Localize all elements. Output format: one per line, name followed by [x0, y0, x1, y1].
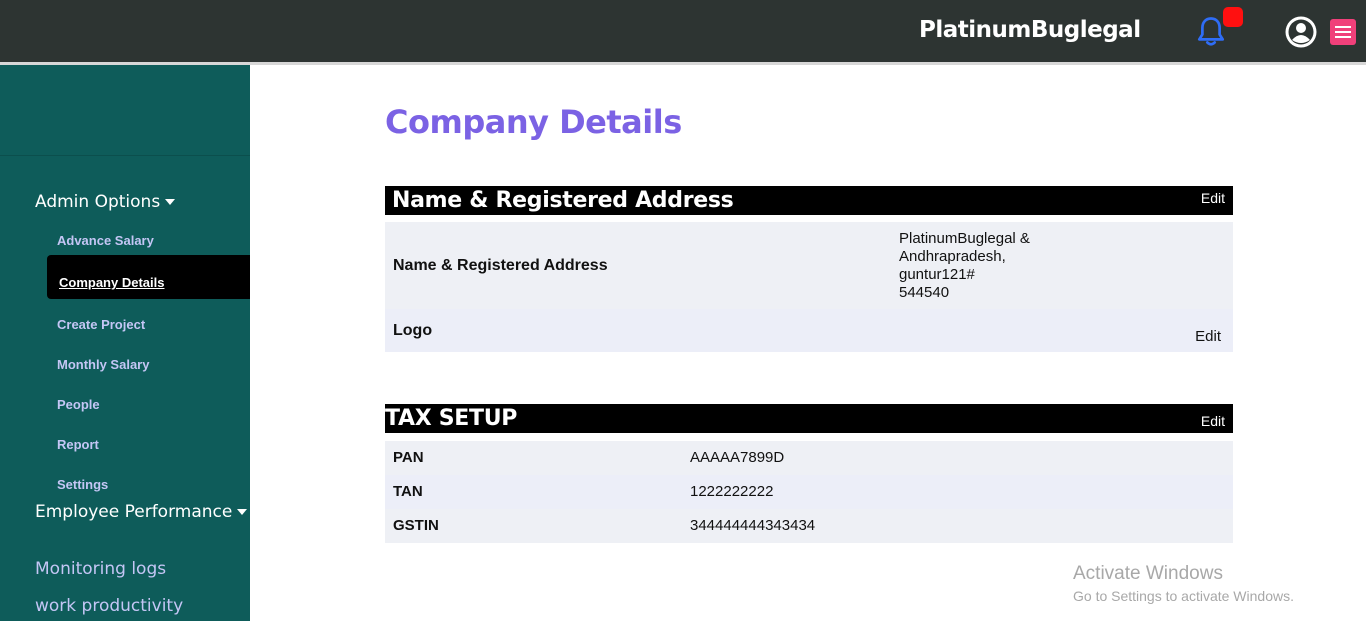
logo-label: Logo	[393, 322, 433, 339]
sidebar-item-label: Company Details	[59, 275, 165, 290]
employee-performance-toggle[interactable]: Employee Performance	[35, 502, 248, 522]
caret-down-icon	[165, 199, 176, 205]
address-line: Andhrapradesh,	[899, 248, 1006, 265]
sidebar-item-people[interactable]: People	[57, 397, 100, 412]
caret-down-icon	[237, 509, 248, 515]
sidebar-link-monitoring-logs[interactable]: Monitoring logs	[35, 559, 166, 579]
pan-value: AAAAA7899D	[690, 449, 785, 466]
address-line: PlatinumBuglegal &	[899, 230, 1030, 247]
address-card-header: Name & Registered Address Edit	[385, 186, 1233, 215]
notification-badge	[1223, 7, 1243, 27]
sidebar: Admin Options Advance Salary Company Det…	[0, 65, 250, 621]
sidebar-item-monthly-salary[interactable]: Monthly Salary	[57, 357, 149, 372]
user-circle-icon[interactable]	[1284, 15, 1318, 49]
tax-row-tan: TAN 1222222222	[385, 475, 1233, 509]
tan-value: 1222222222	[690, 483, 774, 500]
admin-options-label: Admin Options	[35, 192, 161, 212]
tan-label: TAN	[393, 483, 423, 500]
address-label: Name & Registered Address	[393, 257, 608, 274]
address-line: 544540	[899, 284, 950, 301]
sidebar-item-advance-salary[interactable]: Advance Salary	[57, 233, 154, 248]
pan-label: PAN	[393, 449, 424, 466]
sidebar-item-create-project[interactable]: Create Project	[57, 317, 145, 332]
sidebar-item-report[interactable]: Report	[57, 437, 99, 452]
page-title: Company Details	[385, 103, 682, 141]
brand-name[interactable]: PlatinumBuglegal	[919, 17, 1141, 43]
bell-icon[interactable]	[1196, 16, 1226, 48]
hamburger-menu-icon[interactable]	[1330, 19, 1356, 45]
address-card-title: Name & Registered Address	[392, 188, 734, 213]
tax-row-gstin: GSTIN 344444444343434	[385, 509, 1233, 543]
address-value: PlatinumBuglegal & Andhrapradesh, guntur…	[899, 230, 1030, 302]
tax-row-pan: PAN AAAAA7899D	[385, 441, 1233, 475]
sidebar-link-work-productivity[interactable]: work productivity	[35, 596, 183, 616]
tax-edit-button[interactable]: Edit	[1201, 413, 1225, 429]
address-line: guntur121#	[899, 266, 975, 283]
sidebar-item-settings[interactable]: Settings	[57, 477, 108, 492]
activate-windows-hint: Go to Settings to activate Windows.	[1073, 588, 1294, 604]
sidebar-divider	[0, 155, 250, 156]
gstin-label: GSTIN	[393, 517, 439, 534]
top-navbar: PlatinumBuglegal	[0, 0, 1366, 62]
logo-edit-button[interactable]: Edit	[1195, 328, 1221, 345]
tax-card-header: TAX SETUP Edit	[385, 404, 1233, 433]
tax-card-title: TAX SETUP	[385, 406, 518, 431]
address-row: Name & Registered Address PlatinumBugleg…	[385, 222, 1233, 309]
logo-row: Logo Edit	[385, 309, 1233, 352]
gstin-value: 344444444343434	[690, 517, 816, 534]
employee-performance-label: Employee Performance	[35, 502, 233, 522]
address-edit-button[interactable]: Edit	[1201, 190, 1225, 206]
sidebar-item-company-details[interactable]: Company Details	[47, 255, 250, 299]
admin-options-toggle[interactable]: Admin Options	[35, 192, 176, 212]
activate-windows-title: Activate Windows	[1073, 563, 1223, 584]
